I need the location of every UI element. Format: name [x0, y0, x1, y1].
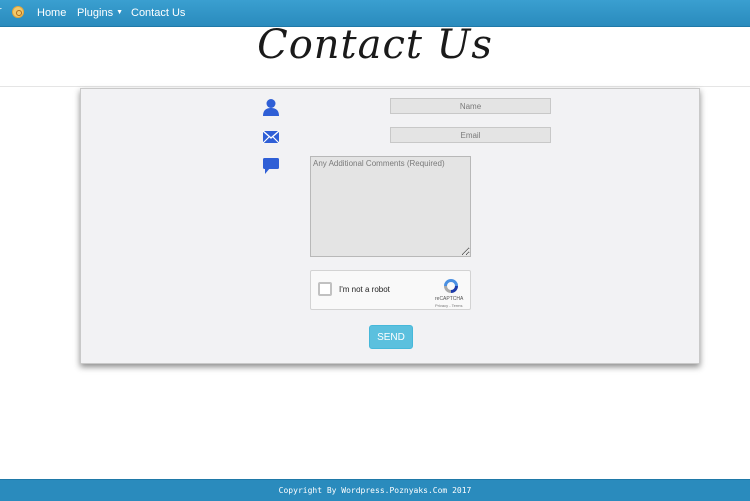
- recaptcha-brand: reCAPTCHA: [435, 296, 464, 302]
- speech-bubble-icon: [263, 158, 279, 174]
- site-logo-icon[interactable]: [12, 6, 24, 18]
- recaptcha-logo-icon: [444, 279, 458, 293]
- nav-home-label: Home: [37, 7, 67, 19]
- nav-contact-link[interactable]: Contact Us: [131, 7, 185, 19]
- footer-copyright: Copyright By Wordpress.Poznyaks.Com 2017: [0, 479, 750, 501]
- contact-form-card: I'm not a robot reCAPTCHA Privacy - Term…: [80, 88, 700, 364]
- envelope-icon: [262, 130, 280, 144]
- nav-contact-label: Contact Us: [131, 7, 186, 19]
- send-button[interactable]: SEND: [369, 325, 413, 349]
- nav-home-link[interactable]: Home: [37, 7, 66, 19]
- nav-plugins-label: Plugins: [77, 7, 114, 19]
- header-divider: [0, 86, 750, 87]
- name-field[interactable]: [390, 98, 551, 114]
- recaptcha-terms-link[interactable]: Privacy - Terms: [435, 303, 462, 308]
- nav-plugins-link[interactable]: Plugins ▼: [77, 7, 123, 19]
- comments-field[interactable]: [310, 156, 471, 257]
- site-brand-text[interactable]: r: [0, 5, 2, 17]
- recaptcha-widget: I'm not a robot reCAPTCHA Privacy - Term…: [310, 270, 471, 310]
- page-title: Contact Us: [257, 22, 493, 68]
- recaptcha-checkbox[interactable]: [318, 282, 332, 296]
- email-field[interactable]: [390, 127, 551, 143]
- caret-down-icon: ▼: [116, 9, 124, 16]
- user-icon: [263, 99, 279, 116]
- recaptcha-label: I'm not a robot: [339, 285, 390, 294]
